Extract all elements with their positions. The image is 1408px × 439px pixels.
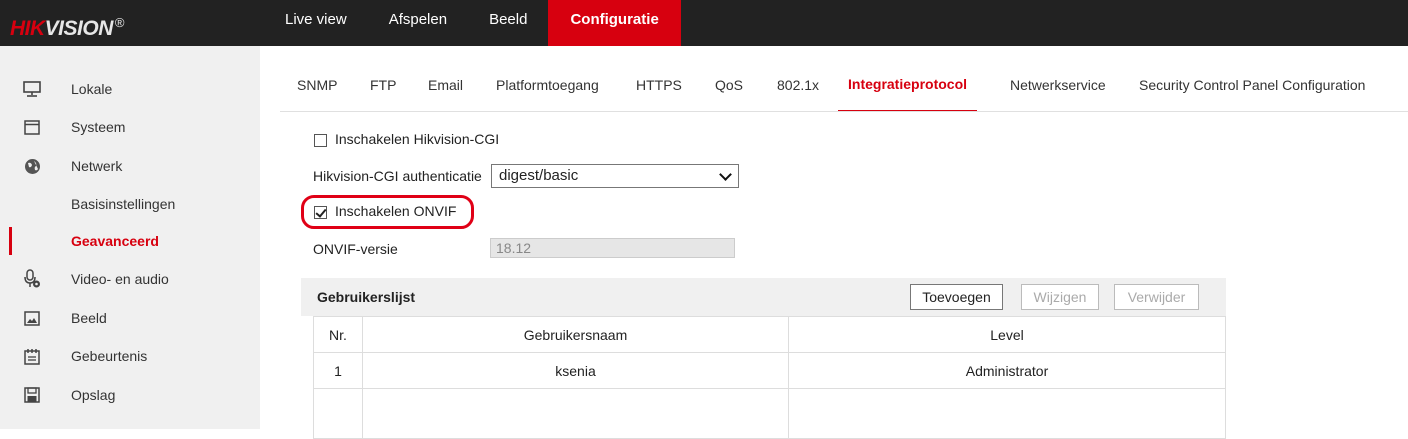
nav-beeld[interactable]: Beeld <box>468 0 548 46</box>
nav-afspelen[interactable]: Afspelen <box>368 0 468 46</box>
chevron-down-icon <box>719 168 732 181</box>
window-icon <box>23 118 41 136</box>
calendar-icon <box>23 347 41 365</box>
top-navigation: Live view Afspelen Beeld Configuratie <box>264 0 681 46</box>
user-list-header: Gebruikerslijst Toevoegen Wijzigen Verwi… <box>301 278 1226 316</box>
sidebar-item-opslag[interactable]: Opslag <box>0 376 260 414</box>
nav-live-view[interactable]: Live view <box>264 0 368 46</box>
sidebar-item-label: Beeld <box>71 310 107 326</box>
tab-ftp[interactable]: FTP <box>370 60 396 112</box>
column-header-username: Gebruikersnaam <box>362 316 789 353</box>
logo-registered-mark: ® <box>114 15 125 30</box>
sidebar-item-geavanceerd[interactable]: Geavanceerd <box>0 222 260 260</box>
sidebar-item-beeld[interactable]: Beeld <box>0 299 260 337</box>
user-table: Nr. Gebruikersnaam Level 1 ksenia Admini… <box>313 316 1226 439</box>
hikvision-logo: HIKVISION ® <box>10 8 125 40</box>
sidebar-item-label: Video- en audio <box>71 271 169 287</box>
active-indicator <box>9 227 12 255</box>
sidebar-item-lokale[interactable]: Lokale <box>0 70 260 108</box>
floppy-icon <box>23 386 41 404</box>
sidebar-item-label: Opslag <box>71 387 116 403</box>
sidebar: Lokale Systeem Netwerk Basisinstellingen… <box>0 46 260 429</box>
image-icon <box>23 309 41 327</box>
sidebar-item-label: Systeem <box>71 119 126 135</box>
tabs-divider <box>280 111 1408 112</box>
column-header-nr: Nr. <box>313 316 363 353</box>
cell-empty <box>788 388 1226 439</box>
table-row[interactable]: 1 ksenia Administrator <box>313 352 1226 389</box>
cell-level: Administrator <box>788 352 1226 389</box>
microphone-icon <box>23 269 41 288</box>
cgi-auth-value: digest/basic <box>499 167 579 184</box>
sidebar-item-netwerk[interactable]: Netwerk <box>0 147 260 185</box>
onvif-version-label: ONVIF-versie <box>313 241 398 257</box>
tab-netwerkservice[interactable]: Netwerkservice <box>1010 60 1106 112</box>
delete-user-button[interactable]: Verwijder <box>1114 284 1199 310</box>
sidebar-item-label: Gebeurtenis <box>71 348 148 364</box>
tab-snmp[interactable]: SNMP <box>297 60 337 112</box>
sidebar-item-label: Lokale <box>71 81 113 97</box>
sidebar-item-video-audio[interactable]: Video- en audio <box>0 260 260 298</box>
monitor-icon <box>23 80 41 98</box>
highlight-annotation <box>301 195 474 229</box>
cell-username: ksenia <box>362 352 789 389</box>
tab-security-control-panel[interactable]: Security Control Panel Configuration <box>1139 60 1365 112</box>
cell-empty <box>362 388 789 439</box>
enable-cgi-checkbox[interactable] <box>314 134 327 147</box>
tab-https[interactable]: HTTPS <box>636 60 682 112</box>
top-bar: HIKVISION ® Live view Afspelen Beeld Conf… <box>0 0 1408 46</box>
sidebar-item-label: Netwerk <box>71 158 123 174</box>
sidebar-item-label: Basisinstellingen <box>71 196 176 212</box>
sidebar-item-basisinstellingen[interactable]: Basisinstellingen <box>0 185 260 223</box>
user-list-title: Gebruikerslijst <box>317 289 416 305</box>
enable-cgi-label: Inschakelen Hikvision-CGI <box>335 131 500 147</box>
tab-integratieprotocol[interactable]: Integratieprotocol <box>838 60 978 112</box>
cell-empty <box>313 388 363 439</box>
tab-qos[interactable]: QoS <box>715 60 743 112</box>
logo-part-1: HIK <box>10 17 45 40</box>
edit-user-button[interactable]: Wijzigen <box>1021 284 1099 310</box>
tab-email[interactable]: Email <box>428 60 463 112</box>
tab-8021x[interactable]: 802.1x <box>777 60 819 112</box>
sidebar-item-systeem[interactable]: Systeem <box>0 108 260 146</box>
sidebar-item-label: Geavanceerd <box>71 233 159 249</box>
globe-icon <box>23 157 41 175</box>
sidebar-item-gebeurtenis[interactable]: Gebeurtenis <box>0 337 260 375</box>
table-row-empty <box>313 388 1226 439</box>
table-header-row: Nr. Gebruikersnaam Level <box>313 316 1226 353</box>
cell-nr: 1 <box>313 352 363 389</box>
add-user-button[interactable]: Toevoegen <box>910 284 1003 310</box>
nav-configuratie[interactable]: Configuratie <box>548 0 681 46</box>
cgi-auth-label: Hikvision-CGI authenticatie <box>313 168 482 184</box>
config-tabs: SNMP FTP Email Platformtoegang HTTPS QoS… <box>280 60 1408 112</box>
logo-part-2: VISION <box>44 17 114 40</box>
onvif-version-field: 18.12 <box>490 238 735 258</box>
column-header-level: Level <box>788 316 1226 353</box>
tab-platformtoegang[interactable]: Platformtoegang <box>496 60 599 112</box>
cgi-auth-select[interactable]: digest/basic <box>491 164 739 188</box>
